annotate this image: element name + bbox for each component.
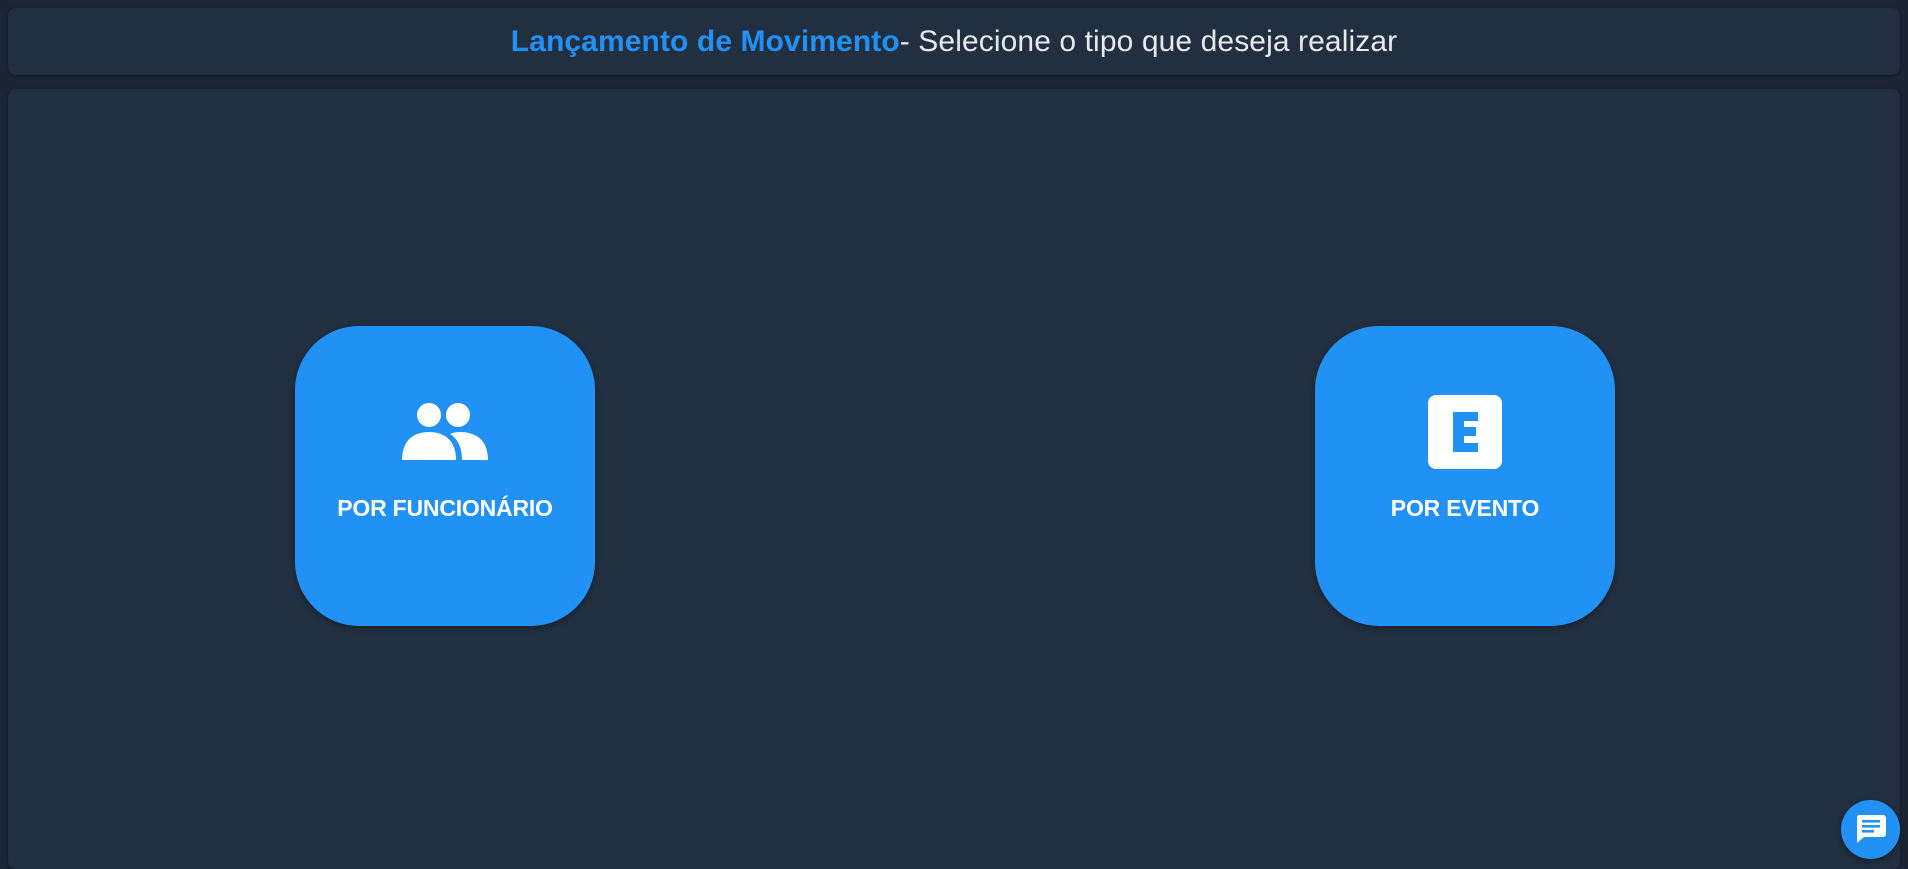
title-separator: - xyxy=(899,24,910,58)
people-icon xyxy=(397,392,493,472)
page-title: Lançamento de Movimento xyxy=(510,24,900,58)
por-evento-button[interactable]: POR EVENTO xyxy=(1315,326,1615,626)
por-funcionario-label: POR FUNCIONÁRIO xyxy=(337,495,553,521)
por-evento-label: POR EVENTO xyxy=(1390,495,1540,521)
chat-button[interactable] xyxy=(1841,800,1900,859)
event-e-icon xyxy=(1417,392,1513,472)
page-subtitle: Selecione o tipo que deseja realizar xyxy=(909,24,1398,58)
main-panel: POR FUNCIONÁRIO POR EVENTO xyxy=(8,89,1900,869)
por-funcionario-button[interactable]: POR FUNCIONÁRIO xyxy=(295,326,595,626)
chat-icon xyxy=(1856,815,1886,843)
page-header: Lançamento de Movimento - Selecione o tip… xyxy=(8,8,1900,75)
